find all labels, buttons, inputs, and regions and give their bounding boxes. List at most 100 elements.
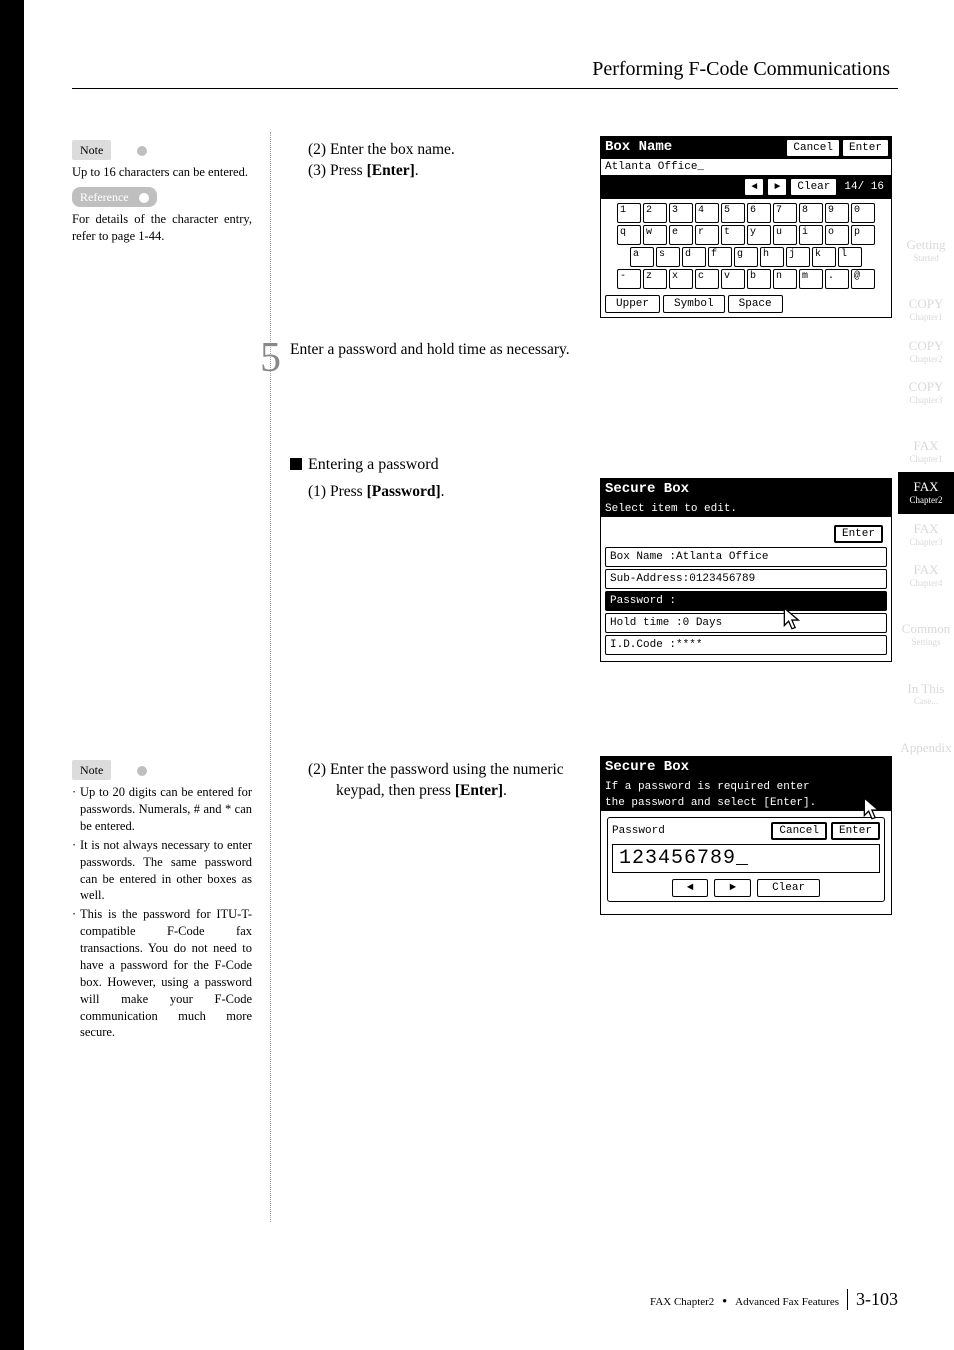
sidebar-note-2: Note ·Up to 20 digits can be entered for… (72, 760, 252, 1043)
tab-copy-ch3[interactable]: COPYChapter3 (898, 372, 954, 413)
space-button[interactable]: Space (728, 295, 783, 313)
key[interactable]: f (708, 247, 732, 267)
nav-right-button[interactable]: ► (767, 178, 787, 196)
key[interactable]: x (669, 269, 693, 289)
footer-section: Advanced Fax Features (735, 1296, 839, 1308)
key[interactable]: 4 (695, 203, 719, 223)
tab-copy-ch2[interactable]: COPYChapter2 (898, 331, 954, 372)
clear-button[interactable]: Clear (790, 178, 837, 196)
subhead-entering-password: Entering a password (290, 454, 590, 476)
list-row-holdtime[interactable]: Hold time :0 Days (605, 613, 887, 633)
key[interactable]: d (682, 247, 706, 267)
note-dot-icon (137, 146, 147, 156)
header-rule (72, 88, 898, 89)
reference-dot-icon (139, 193, 149, 203)
step-number-5: 5 (260, 330, 281, 387)
cursor-icon (860, 796, 886, 822)
key[interactable]: v (721, 269, 745, 289)
nav-right-button[interactable]: ► (714, 879, 751, 897)
device-panel-secure-box-list: Secure Box Select item to edit. Enter Bo… (600, 478, 892, 662)
panel-title: Secure Box (601, 757, 891, 779)
note1-body: Up to 16 characters can be entered. (72, 164, 252, 181)
footer-page-number: 3-103 (847, 1289, 898, 1310)
upper-button[interactable]: Upper (605, 295, 660, 313)
key[interactable]: p (851, 225, 875, 245)
key[interactable]: r (695, 225, 719, 245)
key[interactable]: 9 (825, 203, 849, 223)
enter-button[interactable]: Enter (842, 139, 889, 157)
tab-fax-ch1[interactable]: FAXChapter1 (898, 431, 954, 472)
key[interactable]: k (812, 247, 836, 267)
key[interactable]: u (773, 225, 797, 245)
panel-sub1: If a password is required enter (601, 779, 891, 795)
device-panel-password: Secure Box If a password is required ent… (600, 756, 892, 915)
enter-button[interactable]: Enter (834, 525, 883, 543)
note2-b1: Up to 20 digits can be entered for passw… (80, 784, 252, 835)
tab-fax-ch4[interactable]: FAXChapter4 (898, 555, 954, 596)
tab-getting-started[interactable]: GettingStarted (898, 230, 954, 271)
tab-copy-ch1[interactable]: COPYChapter1 (898, 289, 954, 330)
left-black-strip (0, 0, 24, 1350)
nav-left-button[interactable]: ◄ (744, 178, 764, 196)
key[interactable]: 3 (669, 203, 693, 223)
tab-common-settings[interactable]: CommonSettings (898, 614, 954, 655)
key[interactable]: 8 (799, 203, 823, 223)
page-footer: FAX Chapter2 ● Advanced Fax Features 3-1… (650, 1289, 898, 1310)
key[interactable]: 5 (721, 203, 745, 223)
key[interactable]: 6 (747, 203, 771, 223)
tab-fax-ch3[interactable]: FAXChapter3 (898, 514, 954, 555)
step5-text: Enter a password and hold time as necess… (290, 340, 590, 361)
list-row-idcode[interactable]: I.D.Code :**** (605, 635, 887, 655)
tab-fax-ch2[interactable]: FAXChapter2 (898, 472, 954, 513)
key[interactable]: j (786, 247, 810, 267)
key[interactable]: i (799, 225, 823, 245)
key[interactable]: c (695, 269, 719, 289)
key[interactable]: t (721, 225, 745, 245)
right-arrow-icon: ► (729, 882, 736, 894)
key[interactable]: w (643, 225, 667, 245)
key[interactable]: z (643, 269, 667, 289)
key[interactable]: h (760, 247, 784, 267)
key[interactable]: b (747, 269, 771, 289)
key[interactable]: e (669, 225, 693, 245)
list-row-subaddress[interactable]: Sub-Address:0123456789 (605, 569, 887, 589)
clear-button[interactable]: Clear (757, 879, 820, 897)
m3-line-a: (1) Press [Password]. (308, 482, 590, 503)
left-arrow-icon: ◄ (751, 182, 757, 193)
enter-button[interactable]: Enter (831, 822, 880, 840)
device-panel-box-name: Box Name Cancel Enter Atlanta Office_ ◄ … (600, 136, 892, 318)
key[interactable]: 0 (851, 203, 875, 223)
note2-b3: This is the password for ITU-T-compatibl… (80, 906, 252, 1041)
note2-b2: It is not always necessary to enter pass… (80, 837, 252, 905)
symbol-button[interactable]: Symbol (663, 295, 725, 313)
sidebar-note-1: Note Up to 16 characters can be entered.… (72, 140, 252, 245)
key[interactable]: . (825, 269, 849, 289)
key[interactable]: 7 (773, 203, 797, 223)
tab-in-this-case[interactable]: In ThisCase... (898, 674, 954, 715)
page-header-title: Performing F-Code Communications (592, 58, 890, 81)
list-row-password[interactable]: Password : (605, 591, 887, 611)
footer-chapter: FAX Chapter2 (650, 1296, 714, 1308)
key[interactable]: - (617, 269, 641, 289)
key[interactable]: g (734, 247, 758, 267)
key[interactable]: l (838, 247, 862, 267)
nav-left-button[interactable]: ◄ (672, 879, 709, 897)
key[interactable]: m (799, 269, 823, 289)
m4-line-a: (2) Enter the password using the numeric… (308, 760, 590, 802)
key[interactable]: y (747, 225, 771, 245)
tab-appendix[interactable]: Appendix (898, 733, 954, 764)
key[interactable]: n (773, 269, 797, 289)
key[interactable]: 2 (643, 203, 667, 223)
key[interactable]: 1 (617, 203, 641, 223)
m1-line-a: (2) Enter the box name. (308, 140, 590, 161)
key[interactable]: o (825, 225, 849, 245)
key[interactable]: a (630, 247, 654, 267)
cancel-button[interactable]: Cancel (786, 139, 840, 157)
key[interactable]: s (656, 247, 680, 267)
main-block-3: Entering a password (1) Press [Password]… (290, 454, 590, 503)
key[interactable]: q (617, 225, 641, 245)
list-row-boxname[interactable]: Box Name :Atlanta Office (605, 547, 887, 567)
key[interactable]: @ (851, 269, 875, 289)
cancel-button[interactable]: Cancel (771, 822, 827, 840)
note-pill: Note (72, 760, 111, 780)
